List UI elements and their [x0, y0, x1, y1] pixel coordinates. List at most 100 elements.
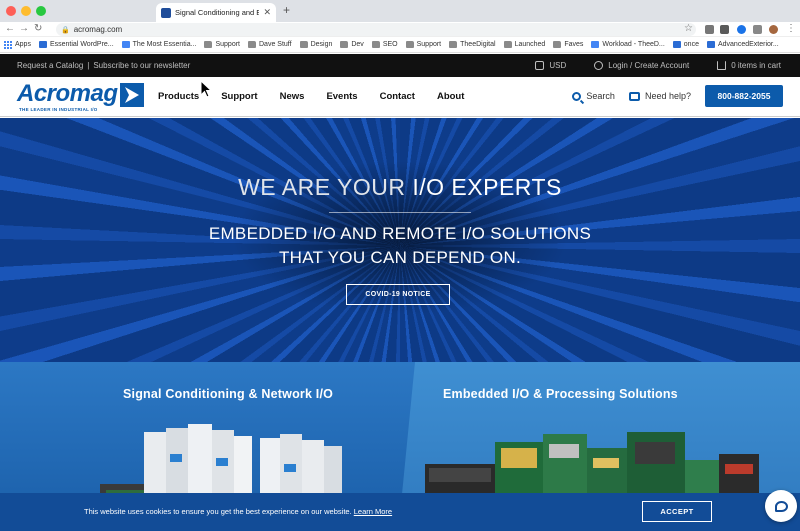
search-icon: [572, 91, 582, 101]
nav-events[interactable]: Events: [326, 91, 357, 102]
browser-tab-strip: Signal Conditioning and Embedd ✕ +: [0, 0, 800, 22]
covid-notice-button[interactable]: COVID-19 NOTICE: [346, 284, 450, 305]
browser-tab[interactable]: Signal Conditioning and Embedd ✕: [156, 3, 276, 22]
tab-close-icon[interactable]: ✕: [263, 7, 271, 18]
signal-conditioning-title: Signal Conditioning & Network I/O: [123, 387, 334, 401]
minimize-window-icon[interactable]: [21, 6, 31, 16]
search-label: Search: [586, 91, 615, 101]
bookmark-item[interactable]: TheeDigital: [449, 41, 496, 48]
kebab-menu-icon[interactable]: ⋮: [786, 23, 796, 34]
folder-icon: [503, 41, 512, 48]
acromag-logo[interactable]: Acromag THE LEADER IN INDUSTRIAL I/O: [17, 80, 144, 112]
extension-icon[interactable]: [737, 25, 746, 34]
bookmark-item[interactable]: Dave Stuff: [248, 41, 292, 48]
nav-news[interactable]: News: [280, 91, 305, 102]
bookmark-item[interactable]: Essential WordPre...: [38, 41, 114, 48]
accept-cookies-button[interactable]: ACCEPT: [642, 501, 712, 522]
bookmark-icon: [38, 41, 47, 48]
bookmark-label: SEO: [382, 41, 398, 48]
bookmark-item[interactable]: Apps: [4, 41, 31, 49]
phone-button[interactable]: 800-882-2055: [705, 85, 783, 107]
bookmark-item[interactable]: AdvancedExterior...: [706, 41, 779, 48]
learn-more-link[interactable]: Learn More: [354, 507, 392, 516]
bookmark-item[interactable]: The Most Essentia...: [121, 41, 197, 48]
currency-label: USD: [549, 61, 567, 70]
cart-link[interactable]: 0 items in cart: [717, 61, 781, 70]
url-input[interactable]: 🔒 acromag.com: [56, 23, 696, 36]
bookmark-item[interactable]: Support: [204, 41, 240, 48]
folder-icon: [553, 41, 562, 48]
cookie-message: This website uses cookies to ensure you …: [84, 507, 392, 516]
avatar[interactable]: [769, 25, 778, 34]
nav-about[interactable]: About: [437, 91, 464, 102]
extension-icon[interactable]: [705, 25, 714, 34]
address-bar: ← → ↻ 🔒 acromag.com ☆ ⋮: [0, 22, 800, 37]
bookmark-label: Essential WordPre...: [49, 41, 114, 48]
bookmark-label: Apps: [15, 41, 31, 48]
account-label: Login / Create Account: [608, 61, 690, 70]
folder-icon: [449, 41, 458, 48]
bookmark-item[interactable]: Faves: [553, 41, 583, 48]
puzzle-icon[interactable]: [753, 25, 762, 34]
logo-wordmark: Acromag: [17, 80, 118, 107]
bookmark-label: Dev: [351, 41, 364, 48]
bookmark-item[interactable]: Support: [405, 41, 442, 48]
bookmark-label: Faves: [564, 41, 584, 48]
subscribe-link[interactable]: Subscribe to our newsletter: [93, 61, 190, 70]
account-link[interactable]: Login / Create Account: [594, 61, 689, 70]
bookmark-item[interactable]: SEO: [371, 41, 398, 48]
bookmark-label: AdvancedExterior...: [717, 41, 779, 48]
folder-icon: [299, 41, 308, 48]
folder-icon: [405, 41, 414, 48]
folder-icon: [248, 41, 256, 48]
cart-icon: [717, 61, 727, 70]
search-button[interactable]: Search: [572, 91, 615, 101]
embedded-io-title: Embedded I/O & Processing Solutions: [443, 387, 678, 401]
maximize-window-icon[interactable]: [36, 6, 46, 16]
hero-title: WE ARE YOUR I/O EXPERTS: [0, 174, 800, 201]
bookmark-item[interactable]: Dev: [340, 41, 364, 48]
bookmark-label: Workload - TheeD...: [602, 41, 665, 48]
hero-subtitle-line2: THAT YOU CAN DEPEND ON.: [278, 248, 522, 267]
nav-products[interactable]: Products: [158, 91, 199, 102]
hero-subtitle-line1: EMBEDDED I/O AND REMOTE I/O SOLUTIONS: [208, 224, 592, 243]
bookmark-label: Launched: [514, 41, 546, 48]
lock-icon: 🔒: [61, 26, 70, 34]
bookmark-item[interactable]: Launched: [503, 41, 546, 48]
bookmarks-bar: Apps Essential WordPre... The Most Essenti…: [0, 37, 800, 53]
bookmark-label: Support: [416, 41, 442, 48]
folder-icon: [340, 41, 349, 48]
logo-tagline: THE LEADER IN INDUSTRIAL I/O: [19, 107, 98, 112]
bookmark-item[interactable]: Workload - TheeD...: [591, 41, 665, 48]
back-arrow-icon[interactable]: ←: [5, 23, 15, 34]
help-label: Need help?: [644, 91, 691, 101]
bookmark-star-icon[interactable]: ☆: [684, 23, 693, 34]
hero-title-part2: I/O EXPERTS: [412, 174, 562, 200]
hero-subtitle: EMBEDDED I/O AND REMOTE I/O SOLUTIONS TH…: [0, 222, 800, 270]
chat-bubble-icon: [774, 500, 788, 512]
nav-contact[interactable]: Contact: [380, 91, 415, 102]
close-window-icon[interactable]: [6, 6, 16, 16]
mouse-cursor-icon: [200, 80, 212, 98]
currency-icon: [535, 61, 545, 70]
new-tab-icon[interactable]: +: [283, 3, 290, 17]
forward-arrow-icon[interactable]: →: [19, 23, 29, 34]
bookmark-label: The Most Essentia...: [132, 41, 197, 48]
request-catalog-link[interactable]: Request a Catalog: [17, 61, 83, 70]
reload-icon[interactable]: ↻: [34, 23, 42, 34]
nav-support[interactable]: Support: [221, 91, 257, 102]
folder-icon: [371, 41, 380, 48]
hero-divider: [329, 212, 471, 213]
bookmark-label: once: [683, 41, 699, 48]
bookmark-icon: [706, 41, 715, 48]
bookmark-item[interactable]: once: [672, 41, 699, 48]
bookmark-label: Design: [310, 41, 333, 48]
help-button[interactable]: Need help?: [628, 91, 691, 101]
live-chat-button[interactable]: [765, 490, 797, 522]
doc-icon: [121, 41, 130, 48]
extension-icon[interactable]: [720, 25, 729, 34]
currency-selector[interactable]: USD: [535, 61, 566, 70]
apps-icon: [4, 41, 12, 49]
bookmark-item[interactable]: Design: [299, 41, 333, 48]
separator: |: [87, 61, 90, 70]
